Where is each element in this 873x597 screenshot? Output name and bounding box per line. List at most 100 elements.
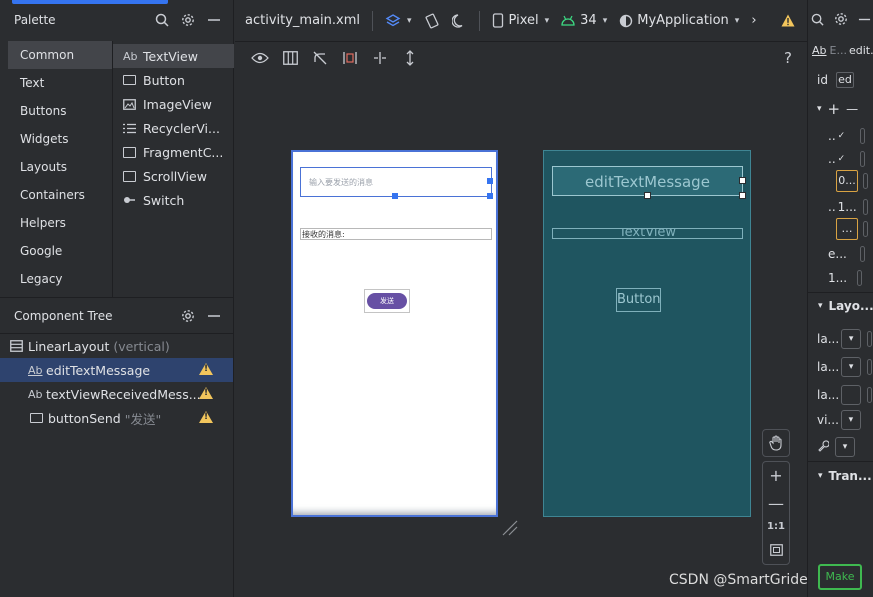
design-preview[interactable]: 输入要发送的消息 接收的消息: 发送 (291, 150, 498, 517)
attribute-toggle[interactable] (867, 359, 873, 375)
search-icon[interactable] (151, 9, 173, 31)
category-legacy[interactable]: Legacy (8, 265, 112, 293)
attribute-value-highlight[interactable]: 0... (836, 170, 858, 192)
attribute-toggle[interactable] (859, 246, 865, 262)
attribute-toggle[interactable] (867, 331, 873, 347)
layout-section-header[interactable]: ▾ Layo... (808, 299, 873, 313)
category-buttons[interactable]: Buttons (8, 97, 112, 125)
attribute-row[interactable]: .. ✓ (808, 151, 873, 167)
design-canvas[interactable]: 输入要发送的消息 接收的消息: 发送 editTextMessage TextV… (235, 73, 861, 597)
action-button[interactable]: Make (818, 564, 862, 590)
warning-icon[interactable] (199, 411, 213, 423)
warning-icon[interactable] (199, 387, 213, 399)
attribute-row[interactable]: … (808, 218, 873, 240)
palette-item-recyclerview[interactable]: RecyclerVi... (113, 116, 234, 140)
chevron-down-icon[interactable]: ▾ (841, 357, 862, 377)
api-selector[interactable]: 34 ▾ (561, 13, 607, 28)
tree-node-edittextmessage[interactable]: Ab editTextMessage (0, 358, 233, 382)
device-selector[interactable]: Pixel ▾ (492, 13, 549, 28)
gear-icon[interactable] (177, 305, 199, 327)
attribute-toggle[interactable] (862, 199, 868, 215)
palette-item-textview[interactable]: Ab TextView (113, 44, 234, 68)
id-field[interactable]: ed (835, 72, 854, 88)
zoom-in-button[interactable]: + (769, 466, 782, 485)
preview-button-bounds[interactable]: 发送 (364, 289, 410, 313)
more-chevron-icon[interactable]: › (751, 13, 756, 28)
zoom-fit-icon[interactable] (769, 541, 783, 560)
tree-node-textviewreceived[interactable]: Ab textViewReceivedMess... (0, 382, 233, 406)
palette-item-scrollview[interactable]: ScrollView (113, 164, 234, 188)
pack-vertical-icon[interactable] (399, 47, 421, 69)
palette-item-switch[interactable]: Switch (113, 188, 234, 212)
chevron-down-icon[interactable]: ▾ (840, 410, 861, 430)
pan-hand-icon[interactable] (762, 429, 790, 457)
columns-icon[interactable] (279, 47, 301, 69)
palette-item-imageview[interactable]: ImageView (113, 92, 234, 116)
palette-item-button[interactable]: Button (113, 68, 234, 92)
warning-icon[interactable] (781, 14, 795, 27)
layout-row[interactable]: vi... ▾ (808, 410, 873, 430)
attribute-row[interactable]: 0... (808, 170, 873, 192)
resize-handle[interactable] (739, 192, 746, 199)
layout-row[interactable]: ▾ (808, 437, 873, 457)
category-google[interactable]: Google (8, 237, 112, 265)
layout-row[interactable]: la... ▾ (808, 357, 873, 377)
gear-icon[interactable] (834, 12, 848, 29)
layout-row[interactable]: la... (808, 385, 873, 405)
tree-node-linearlayout[interactable]: LinearLayout (vertical) (0, 334, 233, 358)
orientation-button[interactable] (424, 13, 440, 29)
category-helpers[interactable]: Helpers (8, 209, 112, 237)
attribute-toggle[interactable] (857, 270, 863, 286)
blueprint-textview[interactable]: TextView (552, 228, 743, 239)
attribute-row[interactable]: 1... (808, 270, 873, 286)
resize-handle[interactable] (487, 193, 493, 199)
preview-textview[interactable]: 接收的消息: (300, 228, 492, 240)
resize-handle[interactable] (644, 192, 651, 199)
file-tab[interactable]: activity_main.xml (245, 13, 360, 28)
empty-field[interactable] (841, 385, 862, 405)
attribute-toggle[interactable] (860, 151, 866, 167)
search-icon[interactable] (811, 13, 824, 29)
category-common[interactable]: Common (8, 41, 112, 69)
warning-icon[interactable] (199, 363, 213, 375)
gear-icon[interactable] (177, 9, 199, 31)
zoom-actual-size-button[interactable]: 1:1 (767, 521, 785, 532)
autoconnect-off-icon[interactable] (309, 47, 331, 69)
transforms-section-header[interactable]: ▾ Tran... (808, 469, 873, 483)
blueprint-preview[interactable]: editTextMessage TextView Button (543, 150, 751, 517)
preview-send-button[interactable]: 发送 (367, 293, 407, 309)
attribute-row[interactable]: e... (808, 246, 873, 262)
attribute-row[interactable]: .. ✓ (808, 128, 873, 144)
remove-attribute-icon[interactable]: — (846, 102, 858, 116)
zoom-out-button[interactable]: — (768, 494, 784, 513)
resize-handle[interactable] (739, 177, 746, 184)
category-widgets[interactable]: Widgets (8, 125, 112, 153)
canvas-resize-icon[interactable] (500, 518, 518, 536)
attribute-value-highlight[interactable]: … (836, 218, 858, 240)
attribute-toggle[interactable] (860, 128, 866, 144)
default-margins-icon[interactable] (339, 47, 361, 69)
category-text[interactable]: Text (8, 69, 112, 97)
category-containers[interactable]: Containers (8, 181, 112, 209)
minimize-icon[interactable] (858, 13, 871, 29)
chevron-down-icon[interactable]: ▾ (841, 329, 862, 349)
attribute-toggle[interactable] (863, 173, 868, 189)
chevron-down-icon[interactable]: ▾ (817, 104, 822, 114)
resize-handle[interactable] (487, 178, 493, 184)
palette-item-fragmentcontainer[interactable]: FragmentC... (113, 140, 234, 164)
preview-edittext[interactable]: 输入要发送的消息 (300, 167, 493, 199)
minimize-icon[interactable] (203, 305, 225, 327)
layout-row[interactable]: la... ▾ (808, 329, 873, 349)
add-attribute-icon[interactable]: + (828, 100, 841, 118)
pack-horizontal-icon[interactable] (369, 47, 391, 69)
blueprint-button[interactable]: Button (616, 288, 661, 312)
layers-button[interactable]: ▾ (385, 13, 412, 29)
night-mode-button[interactable] (451, 13, 467, 28)
attribute-toggle[interactable] (867, 387, 873, 403)
resize-handle[interactable] (392, 193, 398, 199)
minimize-icon[interactable] (203, 9, 225, 31)
tree-node-buttonsend[interactable]: buttonSend "发送" (0, 406, 233, 430)
help-button[interactable]: ? (777, 47, 799, 69)
theme-selector[interactable]: MyApplication ▾ (619, 13, 739, 28)
eye-icon[interactable] (249, 47, 271, 69)
